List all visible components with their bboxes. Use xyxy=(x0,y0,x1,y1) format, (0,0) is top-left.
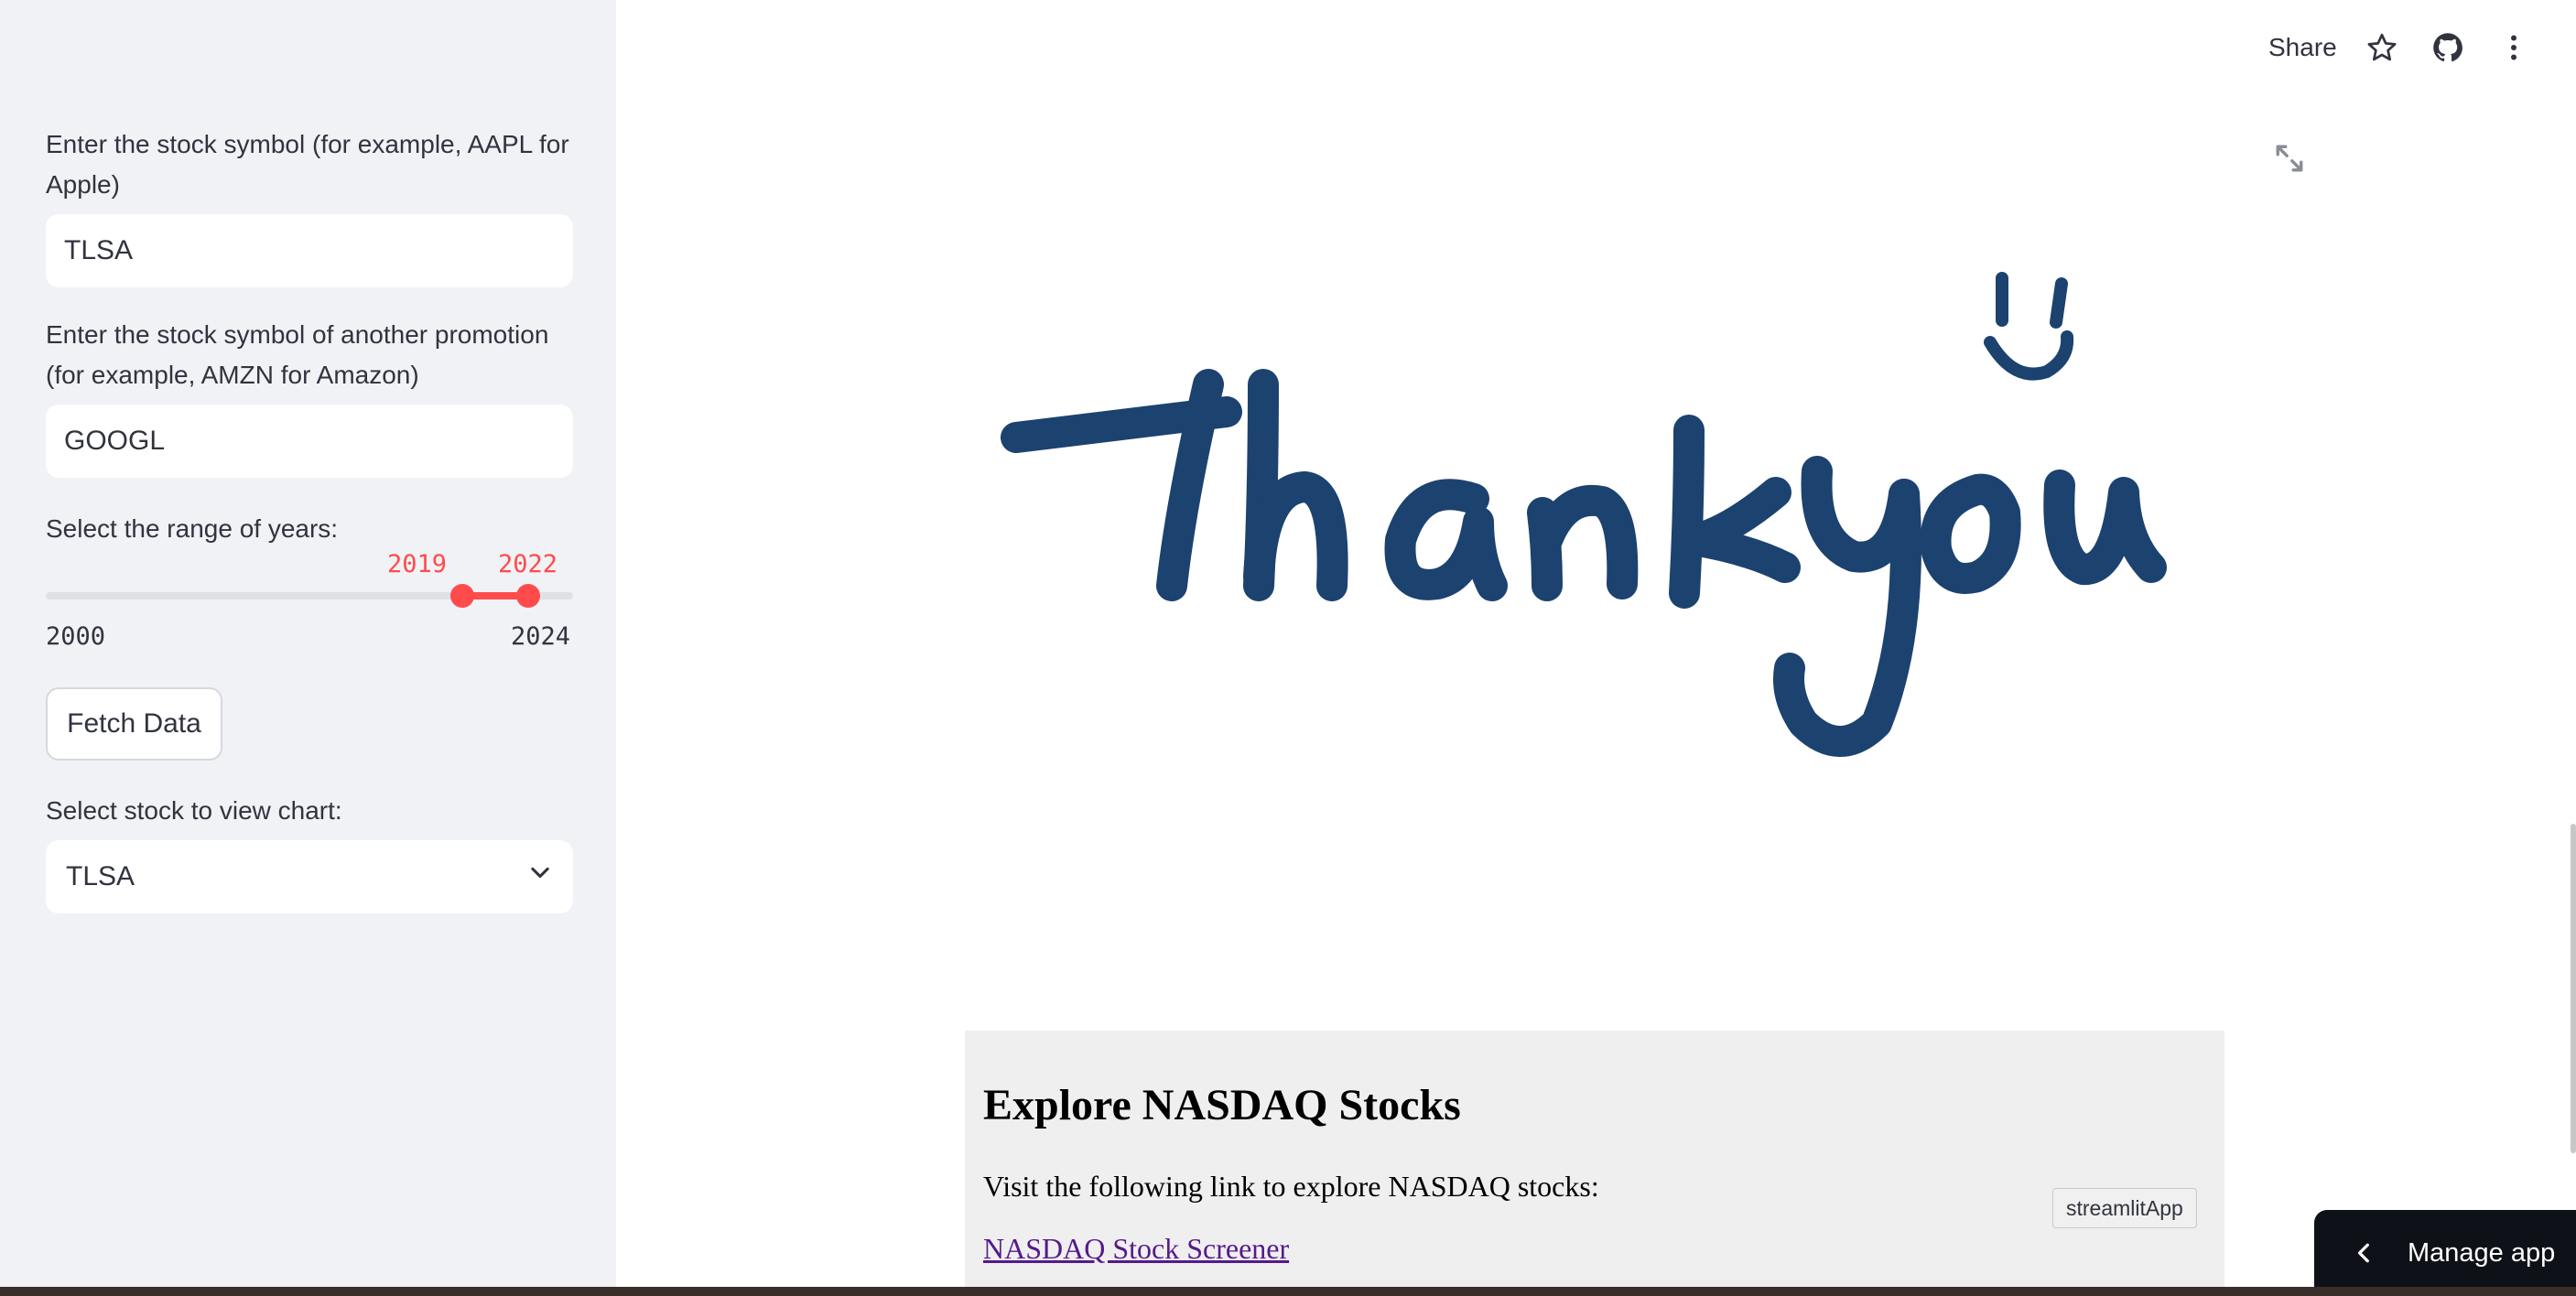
fullscreen-expand-icon[interactable] xyxy=(2274,143,2305,178)
chart-select-label: Select stock to view chart: xyxy=(46,796,342,825)
nasdaq-explore-panel: Explore NASDAQ Stocks Visit the followin… xyxy=(965,1031,2224,1296)
symbol2-input[interactable]: GOOGL xyxy=(46,405,573,478)
chart-stock-select[interactable]: TLSA xyxy=(46,840,573,913)
streamlit-app-tooltip: streamlitApp xyxy=(2052,1188,2197,1228)
nasdaq-screener-link[interactable]: NASDAQ Stock Screener xyxy=(983,1232,1289,1266)
manage-app-button[interactable]: Manage app xyxy=(2314,1210,2576,1296)
year-range-high-thumb[interactable] xyxy=(516,584,540,608)
manage-app-label: Manage app xyxy=(2408,1237,2556,1268)
year-range-min: 2000 xyxy=(46,622,106,651)
window-bottom-edge xyxy=(0,1287,2576,1296)
page-scrollbar[interactable] xyxy=(2571,824,2576,1153)
symbol1-input-value: TLSA xyxy=(64,235,134,265)
github-icon[interactable] xyxy=(2431,31,2464,69)
symbol2-label: Enter the stock symbol of another promot… xyxy=(46,320,549,389)
chevron-left-icon xyxy=(2353,1241,2376,1265)
chevron-down-icon xyxy=(527,860,553,893)
more-vertical-icon[interactable] xyxy=(2497,31,2530,69)
symbol1-input[interactable]: TLSA xyxy=(46,214,573,287)
year-range-low-value: 2019 xyxy=(387,550,448,578)
chart-stock-select-value: TLSA xyxy=(66,861,135,891)
year-range-max: 2024 xyxy=(511,622,571,651)
sidebar: Enter the stock symbol (for example, AAP… xyxy=(0,0,616,1296)
share-button[interactable]: Share xyxy=(2268,33,2337,62)
year-range-label: Select the range of years: xyxy=(46,514,339,543)
year-range-high-value: 2022 xyxy=(498,550,558,578)
thank-you-image xyxy=(961,247,2243,783)
symbol2-input-value: GOOGL xyxy=(64,426,166,456)
fetch-data-button[interactable]: Fetch Data xyxy=(46,687,222,761)
year-range-low-thumb[interactable] xyxy=(450,584,474,608)
nasdaq-title: Explore NASDAQ Stocks xyxy=(983,1081,1461,1129)
symbol1-label: Enter the stock symbol (for example, AAP… xyxy=(46,130,569,199)
star-icon[interactable] xyxy=(2365,31,2398,69)
nasdaq-description: Visit the following link to explore NASD… xyxy=(983,1170,1599,1203)
